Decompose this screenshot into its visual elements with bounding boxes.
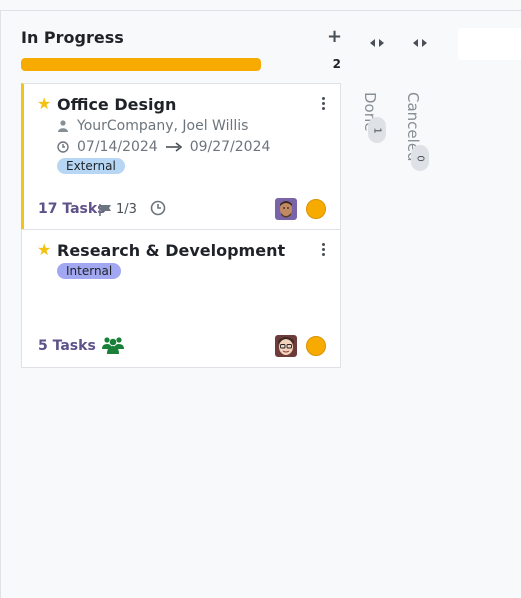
column-progress-bar[interactable] bbox=[21, 58, 261, 71]
column-title[interactable]: In Progress bbox=[21, 28, 124, 47]
top-border bbox=[0, 10, 521, 11]
long-arrow-right-icon bbox=[165, 142, 182, 152]
add-column-input[interactable] bbox=[458, 28, 521, 60]
progress-fill-in-progress[interactable] bbox=[21, 58, 261, 71]
project-title: Research & Development bbox=[57, 241, 286, 260]
tasks-link[interactable]: 17 Tasks bbox=[38, 201, 106, 217]
arrows-left-right-icon[interactable] bbox=[369, 34, 389, 47]
user-icon bbox=[57, 120, 69, 132]
tag-external: External bbox=[57, 158, 125, 174]
milestones-indicator[interactable]: 1/3 bbox=[99, 202, 137, 217]
date-start: 07/14/2024 bbox=[77, 139, 158, 155]
clock-icon[interactable] bbox=[150, 200, 166, 220]
add-project-button[interactable]: + bbox=[327, 26, 342, 47]
folded-column-count: 1 bbox=[368, 117, 386, 143]
tasks-link[interactable]: 5 Tasks bbox=[38, 338, 96, 354]
star-icon[interactable]: ★ bbox=[37, 96, 51, 112]
ellipsis-vertical-icon[interactable] bbox=[322, 243, 326, 257]
project-card[interactable]: ★ Office Design YourCompany, Joel Willis… bbox=[21, 83, 341, 230]
left-border bbox=[0, 11, 1, 598]
customer-row: YourCompany, Joel Willis bbox=[57, 118, 248, 134]
project-card[interactable]: ★ Research & Development Internal 5 Task… bbox=[21, 229, 341, 368]
users-group-icon[interactable] bbox=[102, 336, 124, 358]
kanban-column-header: In Progress + 2 bbox=[21, 26, 342, 76]
folded-column-count: 0 bbox=[411, 145, 429, 171]
date-row: 07/14/2024 09/27/2024 bbox=[57, 139, 270, 155]
column-count: 2 bbox=[332, 57, 341, 71]
avatar[interactable] bbox=[275, 198, 297, 220]
customer-name: YourCompany, Joel Willis bbox=[77, 118, 249, 134]
star-icon[interactable]: ★ bbox=[37, 242, 51, 258]
arrows-left-right-icon[interactable] bbox=[412, 34, 432, 47]
avatar[interactable] bbox=[275, 335, 297, 357]
project-title: Office Design bbox=[57, 95, 177, 114]
status-indicator[interactable] bbox=[306, 336, 326, 356]
date-end: 09/27/2024 bbox=[189, 139, 271, 155]
flag-icon bbox=[99, 203, 112, 216]
tag-internal: Internal bbox=[57, 263, 122, 279]
ellipsis-vertical-icon[interactable] bbox=[322, 97, 326, 111]
milestones-count: 1/3 bbox=[116, 202, 137, 217]
clock-icon bbox=[57, 141, 69, 153]
status-indicator[interactable] bbox=[306, 199, 326, 219]
